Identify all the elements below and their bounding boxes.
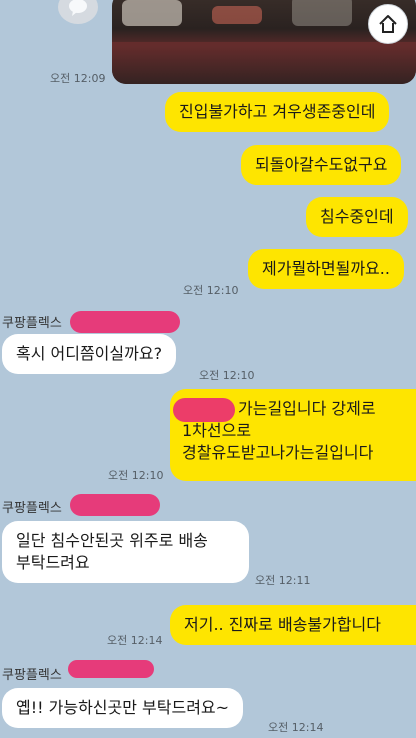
redaction-mark (70, 311, 180, 333)
timestamp: 오전 12:11 (255, 574, 311, 587)
timestamp: 오전 12:09 (50, 72, 106, 85)
redaction-mark (173, 398, 235, 422)
timestamp: 오전 12:14 (268, 721, 324, 734)
their-message-bubble[interactable]: 옙!! 가능하신곳만 부탁드려요~ (2, 688, 244, 728)
timestamp: 오전 12:10 (199, 369, 255, 382)
my-message-bubble[interactable]: 진입불가하고 겨우생존중인데 (165, 92, 390, 132)
sender-name: 쿠팡플렉스 (2, 316, 62, 331)
home-button[interactable] (368, 4, 408, 44)
my-message-bubble[interactable]: 침수중인데 (306, 197, 408, 237)
message-line: 1차선으로 (182, 421, 252, 440)
home-icon (379, 15, 397, 33)
their-message-bubble[interactable]: 일단 침수안된곳 위주로 배송 부탁드려요 (2, 521, 249, 583)
redaction-mark (68, 660, 154, 678)
my-message-bubble[interactable]: 저기.. 진짜로 배송불가합니다 (170, 605, 416, 645)
sender-name: 쿠팡플렉스 (2, 668, 62, 683)
my-message-bubble[interactable]: 되돌아갈수도없구요 (241, 145, 402, 185)
message-line: 경찰유도받고나가는길입니다 (182, 443, 374, 462)
profile-avatar[interactable] (58, 0, 98, 24)
message-line: 일단 침수안된곳 위주로 배송 (16, 531, 208, 550)
message-line: 부탁드려요 (16, 553, 90, 572)
message-line: 가는길입니다 강제로 (238, 399, 376, 418)
sender-name: 쿠팡플렉스 (2, 501, 62, 516)
my-message-bubble[interactable]: 제가뭘하면될까요.. (248, 249, 404, 289)
timestamp: 오전 12:14 (107, 634, 163, 647)
redaction-mark (70, 494, 160, 516)
speech-icon (69, 0, 87, 16)
their-message-bubble[interactable]: 혹시 어디쯤이실까요? (2, 334, 177, 374)
timestamp: 오전 12:10 (183, 284, 239, 297)
timestamp: 오전 12:10 (108, 469, 164, 482)
